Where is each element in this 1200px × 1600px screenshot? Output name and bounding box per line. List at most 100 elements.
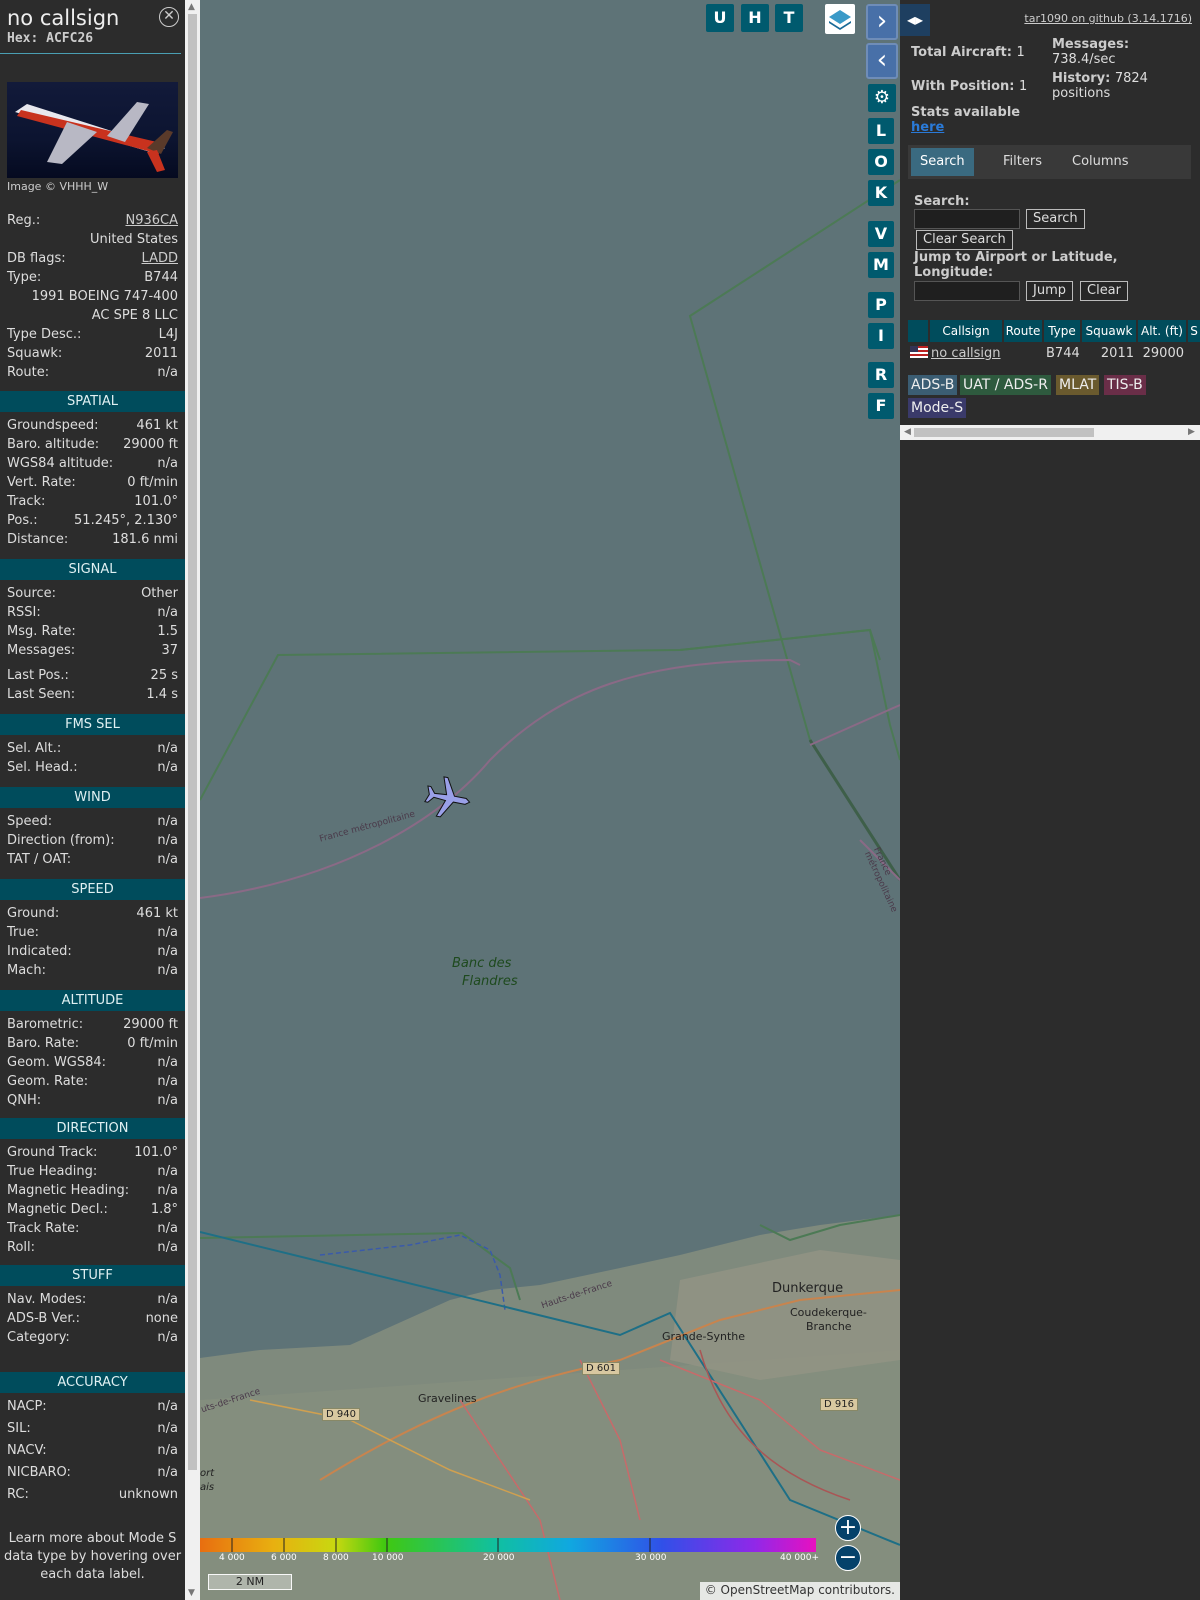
info-label[interactable]: RSSI: — [7, 605, 41, 620]
source-badge-uat[interactable]: UAT / ADS-R — [960, 375, 1051, 395]
info-label[interactable]: Mach: — [7, 963, 46, 978]
info-label[interactable]: Msg. Rate: — [7, 624, 76, 639]
map-button-r[interactable]: R — [868, 362, 894, 388]
info-label[interactable]: SIL: — [7, 1421, 31, 1436]
scroll-up-icon[interactable]: ▲ — [188, 2, 195, 12]
info-label[interactable]: Roll: — [7, 1240, 35, 1255]
map-button-k[interactable]: K — [868, 180, 894, 206]
aircraft-photo[interactable] — [7, 82, 178, 178]
info-label[interactable]: Reg.: — [7, 213, 40, 228]
info-label[interactable]: Geom. Rate: — [7, 1074, 88, 1089]
map-button-o[interactable]: O — [868, 149, 894, 175]
map-button-u[interactable]: U — [706, 4, 734, 32]
map-button-i[interactable]: I — [868, 323, 894, 349]
map-button-h[interactable]: H — [741, 4, 769, 32]
info-label[interactable]: True Heading: — [7, 1164, 97, 1179]
map-button-p[interactable]: P — [868, 292, 894, 318]
info-label[interactable]: Last Seen: — [7, 687, 75, 702]
table-header-type[interactable]: Type — [1044, 320, 1080, 342]
info-label[interactable]: Magnetic Heading: — [7, 1183, 129, 1198]
map-button-l[interactable]: L — [868, 118, 894, 144]
map-button-t[interactable]: T — [775, 4, 803, 32]
table-header-route[interactable]: Route — [1004, 320, 1042, 342]
row-callsign-cell[interactable]: no callsign — [910, 344, 1002, 364]
info-label[interactable]: Sel. Alt.: — [7, 741, 61, 756]
info-label[interactable]: Type: — [7, 270, 41, 285]
horizontal-scrollbar-thumb[interactable] — [914, 428, 1094, 437]
info-label[interactable]: DB flags: — [7, 251, 66, 266]
info-label[interactable]: NICBARO: — [7, 1465, 71, 1480]
info-label[interactable]: Track Rate: — [7, 1221, 79, 1236]
clear-button[interactable]: Clear — [1080, 281, 1128, 301]
info-label[interactable]: Category: — [7, 1330, 70, 1345]
info-label[interactable]: Ground Track: — [7, 1145, 97, 1160]
info-label[interactable]: NACP: — [7, 1399, 47, 1414]
table-header-altitude[interactable]: Alt. (ft) — [1138, 320, 1186, 342]
info-label[interactable]: Track: — [7, 494, 45, 509]
info-label[interactable]: WGS84 altitude: — [7, 456, 113, 471]
info-label[interactable]: Speed: — [7, 814, 52, 829]
github-link[interactable]: tar1090 on github (3.14.1716) — [1024, 12, 1192, 25]
toggle-panel-button[interactable]: ◂▸ — [900, 4, 930, 36]
search-input[interactable] — [914, 209, 1020, 229]
table-horizontal-scrollbar[interactable]: ◀ ▶ — [900, 425, 1200, 440]
search-button[interactable]: Search — [1026, 209, 1085, 229]
collapse-sidebar-button[interactable]: ‹ — [866, 43, 898, 79]
scroll-right-icon[interactable]: ▶ — [1188, 427, 1195, 437]
map-attribution[interactable]: © OpenStreetMap contributors. — [699, 1582, 900, 1600]
info-label[interactable]: Barometric: — [7, 1017, 83, 1032]
info-label[interactable]: Squawk: — [7, 346, 62, 361]
info-label[interactable]: Messages: — [7, 643, 75, 658]
settings-button[interactable]: ⚙ — [868, 84, 896, 112]
map-button-f[interactable]: F — [868, 393, 894, 419]
info-label[interactable]: Sel. Head.: — [7, 760, 78, 775]
selected-panel-scrollbar[interactable]: ▲ ▼ — [185, 0, 200, 1600]
stats-link[interactable]: here — [911, 120, 944, 135]
source-badge-adsb[interactable]: ADS-B — [908, 375, 958, 395]
row-callsign[interactable]: no callsign — [931, 346, 1001, 361]
info-label[interactable]: NACV: — [7, 1443, 47, 1458]
map-button-m[interactable]: M — [868, 252, 894, 278]
info-label[interactable]: Direction (from): — [7, 833, 115, 848]
close-icon[interactable]: ✕ — [159, 7, 179, 27]
tab-search[interactable]: Search — [911, 148, 974, 176]
table-header-callsign[interactable]: Callsign — [930, 320, 1002, 342]
source-badge-mlat[interactable]: MLAT — [1056, 375, 1100, 395]
info-label[interactable]: Distance: — [7, 532, 68, 547]
info-label[interactable]: Nav. Modes: — [7, 1292, 86, 1307]
info-label[interactable]: Source: — [7, 586, 56, 601]
scroll-down-icon[interactable]: ▼ — [188, 1588, 195, 1598]
expand-sidebar-button[interactable]: › — [866, 4, 898, 40]
info-label[interactable]: True: — [7, 925, 39, 940]
info-label[interactable]: TAT / OAT: — [7, 852, 71, 867]
info-label[interactable]: Magnetic Decl.: — [7, 1202, 108, 1217]
table-header-flag[interactable] — [908, 320, 928, 342]
info-label[interactable]: Ground: — [7, 906, 59, 921]
scroll-left-icon[interactable]: ◀ — [904, 427, 911, 437]
info-label[interactable]: Last Pos.: — [7, 668, 69, 683]
info-label[interactable]: QNH: — [7, 1093, 41, 1108]
source-badge-tisb[interactable]: TIS-B — [1104, 375, 1146, 395]
info-label[interactable]: RC: — [7, 1487, 29, 1502]
jump-input[interactable] — [914, 281, 1020, 301]
scrollbar-thumb[interactable] — [188, 14, 197, 1470]
info-label[interactable]: Pos.: — [7, 513, 38, 528]
tab-columns[interactable]: Columns — [1063, 148, 1138, 176]
info-label[interactable]: Indicated: — [7, 944, 72, 959]
map-button-v[interactable]: V — [868, 221, 894, 247]
info-label[interactable]: Vert. Rate: — [7, 475, 76, 490]
layers-button[interactable] — [825, 4, 855, 34]
jump-button[interactable]: Jump — [1026, 281, 1073, 301]
info-label[interactable]: Baro. altitude: — [7, 437, 99, 452]
zoom-in-button[interactable]: + — [835, 1515, 861, 1541]
info-label[interactable]: Route: — [7, 365, 49, 380]
info-label[interactable]: Baro. Rate: — [7, 1036, 79, 1051]
tab-filters[interactable]: Filters — [994, 148, 1051, 176]
source-badge-modes[interactable]: Mode-S — [908, 398, 967, 418]
info-label[interactable]: Geom. WGS84: — [7, 1055, 106, 1070]
info-label[interactable]: Groundspeed: — [7, 418, 98, 433]
info-label[interactable]: Type Desc.: — [7, 327, 81, 342]
table-header-speed[interactable]: S — [1188, 320, 1200, 342]
table-header-squawk[interactable]: Squawk — [1082, 320, 1136, 342]
clear-search-button[interactable]: Clear Search — [916, 230, 1013, 250]
